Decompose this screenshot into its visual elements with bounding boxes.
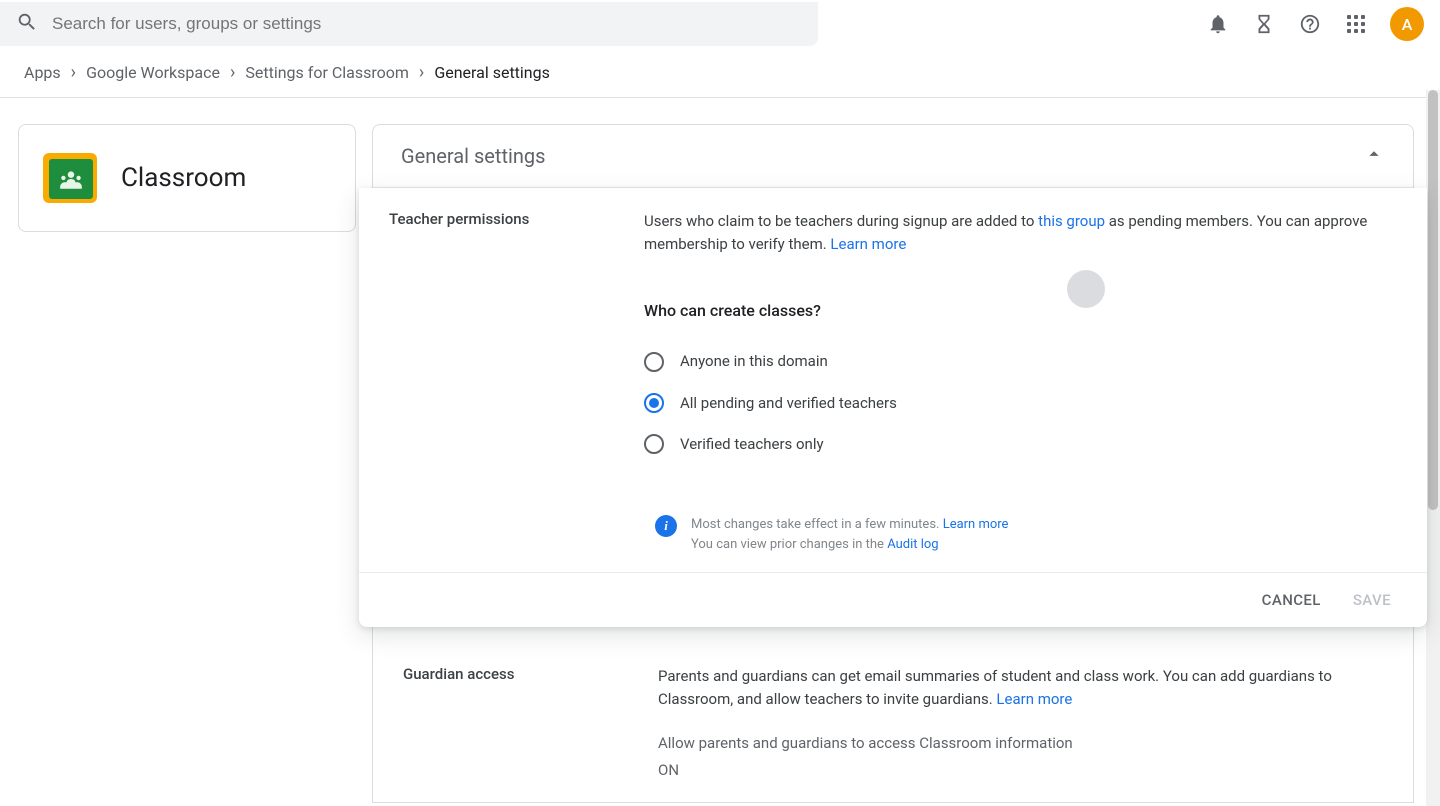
breadcrumbs: Apps › Google Workspace › Settings for C… xyxy=(0,48,1440,98)
classroom-logo-icon xyxy=(43,153,97,203)
breadcrumb-current: General settings xyxy=(434,63,550,82)
radio-icon xyxy=(644,434,664,454)
info-line1: Most changes take effect in a few minute… xyxy=(691,517,943,532)
apps-icon[interactable] xyxy=(1344,12,1368,36)
radio-pending-verified[interactable]: All pending and verified teachers xyxy=(644,383,1385,424)
scrollbar[interactable] xyxy=(1426,90,1440,806)
teacher-permissions-label: Teacher permissions xyxy=(389,210,624,465)
ripple-effect xyxy=(1067,270,1105,308)
cancel-button[interactable]: CANCEL xyxy=(1262,591,1321,609)
who-can-create-label: Who can create classes? xyxy=(644,299,1385,324)
guardian-access-section: Guardian access Parents and guardians ca… xyxy=(373,627,1413,802)
search-icon xyxy=(16,11,38,37)
guardian-access-desc: Parents and guardians can get email summ… xyxy=(658,667,1332,708)
chevron-right-icon: › xyxy=(419,62,424,83)
radio-icon xyxy=(644,393,664,413)
topbar-actions: A xyxy=(1206,7,1424,41)
radio-icon xyxy=(644,352,664,372)
breadcrumb-workspace[interactable]: Google Workspace xyxy=(86,63,220,82)
info-note: i Most changes take effect in a few minu… xyxy=(359,485,1427,572)
panel-header[interactable]: General settings xyxy=(373,125,1413,188)
info-learn-more-link[interactable]: Learn more xyxy=(943,517,1009,532)
panel-title: General settings xyxy=(401,144,545,168)
avatar[interactable]: A xyxy=(1390,7,1424,41)
search-input[interactable] xyxy=(52,14,802,34)
guardian-learn-more-link[interactable]: Learn more xyxy=(996,690,1072,708)
breadcrumb-apps[interactable]: Apps xyxy=(24,63,61,82)
action-bar: CANCEL SAVE xyxy=(359,572,1427,627)
chevron-right-icon: › xyxy=(230,62,235,83)
notifications-icon[interactable] xyxy=(1206,12,1230,36)
chevron-right-icon: › xyxy=(71,62,76,83)
teacher-permissions-desc: Users who claim to be teachers during si… xyxy=(644,212,1038,230)
save-button[interactable]: SAVE xyxy=(1353,591,1391,609)
radio-label: Verified teachers only xyxy=(680,433,824,456)
topbar: A xyxy=(0,0,1440,48)
app-card: Classroom xyxy=(18,124,356,232)
chevron-up-icon xyxy=(1363,143,1385,169)
radio-verified-only[interactable]: Verified teachers only xyxy=(644,424,1385,465)
main-column: General settings Teacher permissions Use… xyxy=(372,124,1414,803)
radio-label: All pending and verified teachers xyxy=(680,392,897,415)
app-title: Classroom xyxy=(121,163,246,193)
content: Classroom General settings Teacher permi… xyxy=(0,98,1440,803)
tasks-icon[interactable] xyxy=(1252,12,1276,36)
scrollbar-thumb[interactable] xyxy=(1428,90,1438,510)
guardian-sub-label: Allow parents and guardians to access Cl… xyxy=(658,732,1371,755)
info-line2: You can view prior changes in the xyxy=(691,537,887,552)
this-group-link[interactable]: this group xyxy=(1038,212,1105,230)
breadcrumb-settings-classroom[interactable]: Settings for Classroom xyxy=(245,63,409,82)
guardian-access-label: Guardian access xyxy=(403,665,638,782)
search-box[interactable] xyxy=(0,2,818,46)
audit-log-link[interactable]: Audit log xyxy=(887,537,938,552)
radio-anyone-domain[interactable]: Anyone in this domain xyxy=(644,341,1385,382)
general-settings-panel: General settings Teacher permissions Use… xyxy=(372,124,1414,803)
info-icon: i xyxy=(655,515,677,537)
teacher-permissions-card: Teacher permissions Users who claim to b… xyxy=(359,188,1427,627)
radio-label: Anyone in this domain xyxy=(680,350,828,373)
learn-more-link[interactable]: Learn more xyxy=(830,235,906,253)
guardian-value: ON xyxy=(658,759,1371,782)
help-icon[interactable] xyxy=(1298,12,1322,36)
